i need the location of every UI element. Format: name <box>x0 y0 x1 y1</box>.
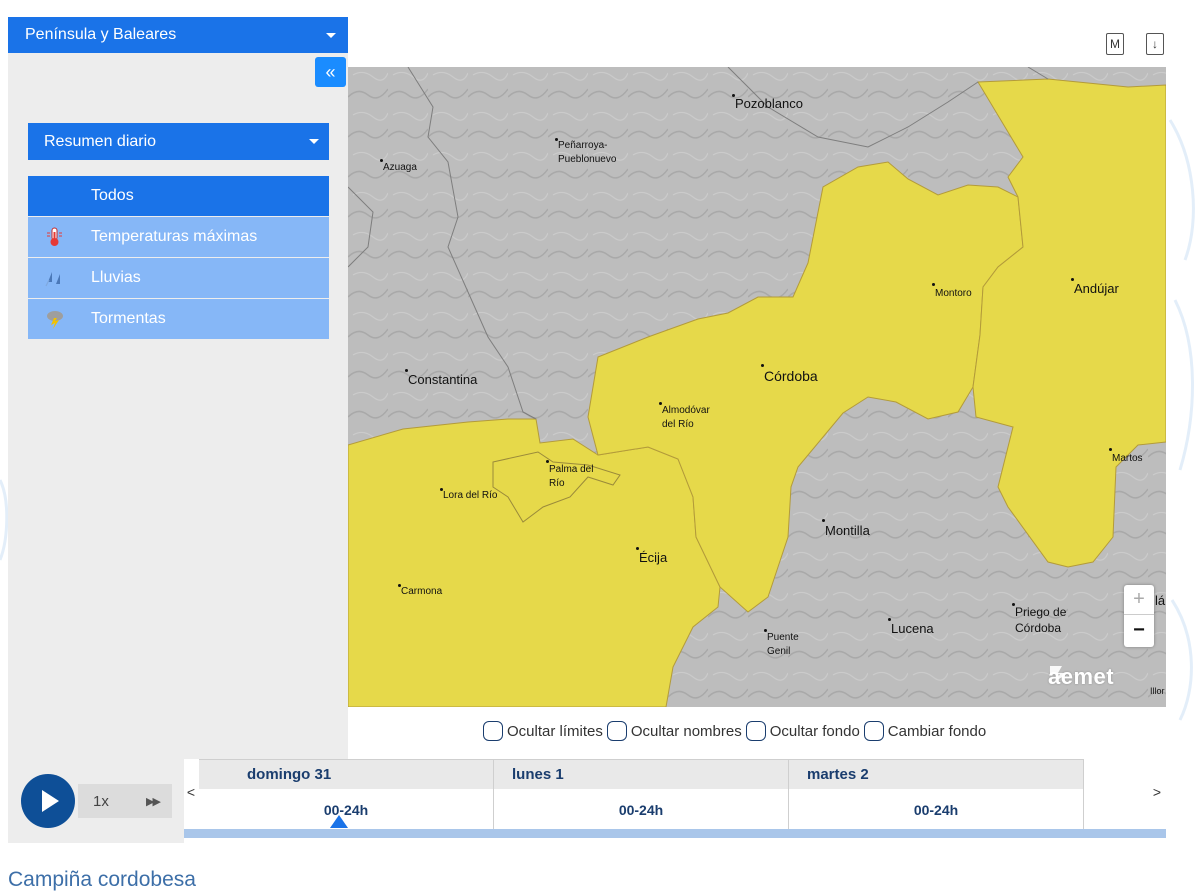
city-label-edge: lá <box>1155 593 1166 608</box>
day-slot[interactable]: 00-24h <box>789 789 1083 830</box>
city-label-azuaga: Azuaga <box>383 162 417 173</box>
toggle-label: Ocultar nombres <box>630 722 742 740</box>
toggle-label: Ocultar límites <box>507 722 603 740</box>
city-label-montilla: Montilla <box>825 523 870 538</box>
filter-item-label: Tormentas <box>91 310 166 327</box>
city-label-carmona: Carmona <box>401 586 443 597</box>
city-label-constantina: Constantina <box>408 372 478 387</box>
download-icon[interactable]: ↓ <box>1146 33 1164 55</box>
aemet-logo-icon <box>1050 666 1068 681</box>
city-label-montoro: Montoro <box>935 288 972 299</box>
toggle-hide-names[interactable]: Ocultar nombres <box>606 721 742 741</box>
map-view-icon-label: M <box>1110 37 1120 51</box>
day-name: domingo 31 <box>247 766 332 783</box>
play-button[interactable] <box>21 774 75 828</box>
zone-title: Campiña cordobesa <box>8 868 196 891</box>
city-label-penarroya: Peñarroya- Pueblonuevo <box>558 140 617 165</box>
city-label-cordoba: Córdoba <box>764 368 818 384</box>
city-label-priego: Priego de Córdoba <box>1015 605 1067 636</box>
city-dot <box>932 283 935 286</box>
toggle-change-background[interactable]: Cambiar fondo <box>863 721 987 741</box>
city-label-puente-genil: Puente Genil <box>767 632 799 657</box>
checkbox[interactable] <box>483 721 503 741</box>
warning-map[interactable]: Pozoblanco Peñarroya- Pueblonuevo Azuaga… <box>348 67 1166 707</box>
filter-item-label: Todos <box>91 187 134 204</box>
filter-item-todos[interactable]: Todos <box>28 176 329 216</box>
double-chevron-left-icon: « <box>325 61 336 82</box>
caret-down-icon <box>326 33 336 38</box>
region-select[interactable]: Península y Baleares <box>8 17 348 53</box>
day-name: lunes 1 <box>512 766 564 783</box>
speed-control: 1x ▶▶ <box>78 784 172 818</box>
timeline-scrollbar[interactable] <box>184 829 1166 838</box>
region-select-label: Península y Baleares <box>25 26 177 43</box>
filter-item-label: Lluvias <box>91 269 141 286</box>
city-dot <box>1109 448 1112 451</box>
rain-icon <box>45 272 60 287</box>
city-label-pozoblanco: Pozoblanco <box>735 96 803 111</box>
checkbox[interactable] <box>606 721 627 741</box>
toggle-label: Cambiar fondo <box>887 722 987 740</box>
city-label-edge-2: Illor <box>1150 686 1165 696</box>
download-icon-glyph: ↓ <box>1152 37 1158 51</box>
filter-list: Todos Temperaturas máximas Lluvias Torme… <box>28 176 329 340</box>
zoom-out-button[interactable]: − <box>1124 615 1154 645</box>
checkbox[interactable] <box>863 721 884 741</box>
caret-down-icon <box>309 139 319 144</box>
city-label-lora: Lora del Río <box>443 490 498 501</box>
animation-player: 1x ▶▶ <box>8 759 184 843</box>
city-label-almodovar: Almodóvar del Río <box>662 405 710 430</box>
timeline-day[interactable]: lunes 1 00-24h <box>494 760 789 830</box>
toggle-hide-limits[interactable]: Ocultar límites <box>483 721 603 741</box>
filter-item-temperaturas[interactable]: Temperaturas máximas <box>28 217 329 257</box>
timeline-next-icon[interactable]: > <box>1150 784 1164 800</box>
map-toggles: Ocultar límites Ocultar nombres Ocultar … <box>483 719 990 743</box>
timeline-day[interactable]: martes 2 00-24h <box>789 760 1084 830</box>
collapse-panel-button[interactable]: « <box>315 57 346 87</box>
speed-selector[interactable]: 1x <box>93 793 109 810</box>
timeline: < domingo 31 00-24h lunes 1 00-24h marte… <box>184 759 1166 843</box>
city-label-lucena: Lucena <box>891 621 934 636</box>
day-slot[interactable]: 00-24h <box>494 789 788 830</box>
summary-select-label: Resumen diario <box>44 132 157 150</box>
timeline-prev-icon[interactable]: < <box>184 784 198 800</box>
filter-item-label: Temperaturas máximas <box>91 228 258 245</box>
map-view-icon[interactable]: M <box>1106 33 1124 55</box>
fast-forward-icon[interactable]: ▶▶ <box>146 795 161 808</box>
zoom-in-button[interactable]: + <box>1124 585 1154 615</box>
filter-item-tormentas[interactable]: Tormentas <box>28 299 329 339</box>
city-label-andujar: Andújar <box>1074 281 1119 296</box>
aemet-logo: aemet <box>1048 664 1114 690</box>
day-name: martes 2 <box>807 766 869 783</box>
summary-select[interactable]: Resumen diario <box>28 123 329 160</box>
city-label-palma: Palma del Río <box>549 464 594 489</box>
checkbox[interactable] <box>745 721 766 741</box>
thermometer-icon <box>47 227 62 246</box>
zoom-controls: + − <box>1124 585 1154 647</box>
storm-icon <box>47 311 63 329</box>
filter-item-lluvias[interactable]: Lluvias <box>28 258 329 298</box>
toggle-hide-background[interactable]: Ocultar fondo <box>745 721 860 741</box>
timeline-position-marker[interactable] <box>330 815 348 828</box>
city-label-martos: Martos <box>1112 453 1143 464</box>
left-panel: Península y Baleares « Resumen diario To… <box>8 17 348 759</box>
toggle-label: Ocultar fondo <box>769 722 860 740</box>
city-label-ecija: Écija <box>639 550 668 565</box>
